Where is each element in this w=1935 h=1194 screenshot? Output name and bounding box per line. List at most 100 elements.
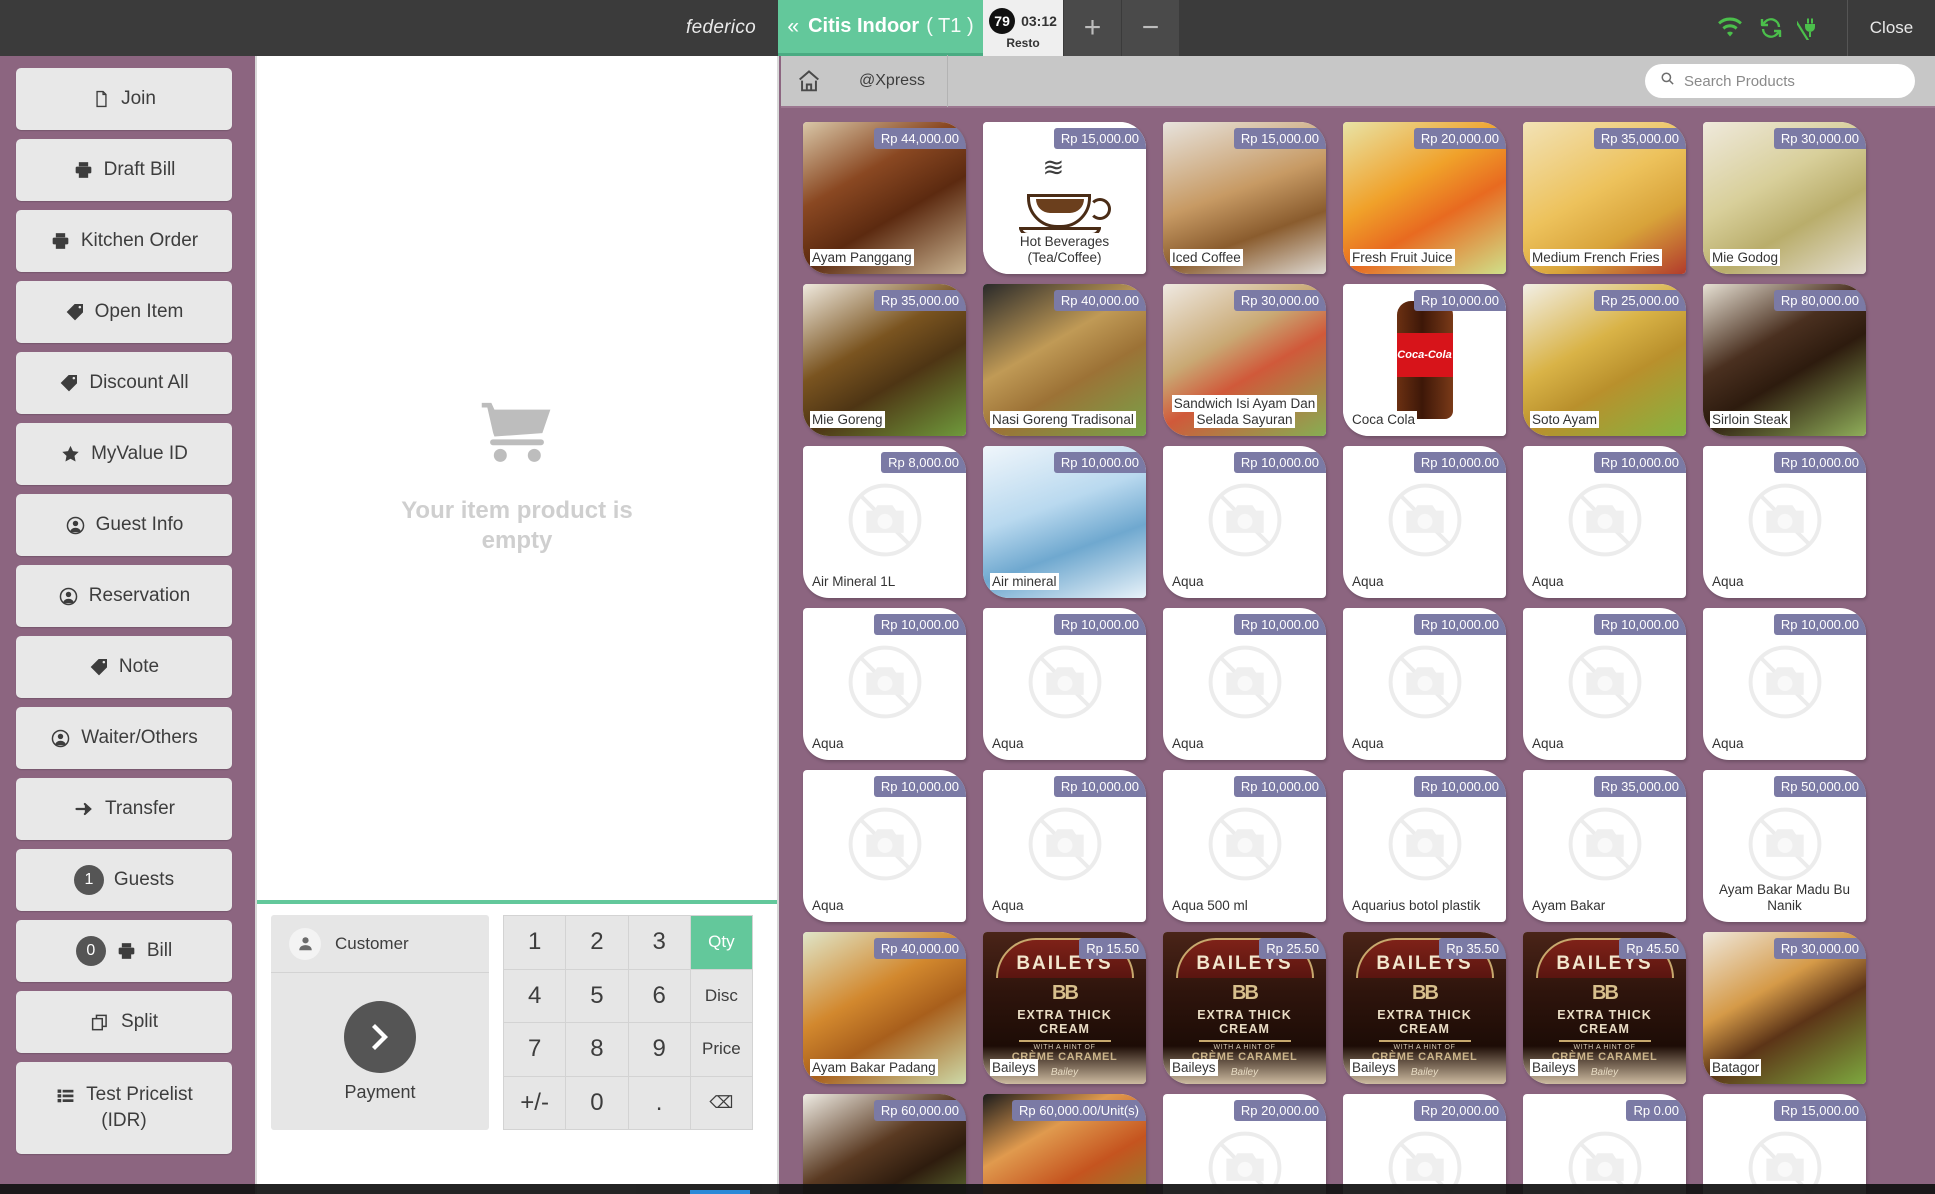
wifi-icon[interactable]	[1715, 16, 1745, 40]
product-card[interactable]: Rp 20,000.00	[1343, 1094, 1506, 1194]
sidebar-item-kitchen-order[interactable]: Kitchen Order	[16, 210, 232, 272]
product-card[interactable]: Rp 30,000.00 Sandwich Isi Ayam Dan Selada…	[1163, 284, 1326, 436]
product-card[interactable]: BAILEYS BB EXTRA THICK CREAM WITH A HINT…	[1343, 932, 1506, 1084]
sidebar-item-row: Transfer	[73, 798, 175, 820]
user-circle-icon	[50, 728, 71, 749]
product-card[interactable]: Rp 50,000.00 Ayam Bakar Madu Bu Nanik	[1703, 770, 1866, 922]
cup-handle	[1088, 198, 1111, 220]
table-tab[interactable]: « Citis Indoor ( T1 )	[778, 0, 983, 56]
customer-selector[interactable]: Customer	[271, 915, 489, 973]
product-card[interactable]: Rp 60,000.00/Unit(s)	[983, 1094, 1146, 1194]
remove-tab-button[interactable]: −	[1121, 0, 1179, 56]
sidebar-item-split[interactable]: Split	[16, 991, 232, 1053]
product-card[interactable]: Rp 10,000.00 Aqua 500 ml	[1163, 770, 1326, 922]
product-card[interactable]: Rp 25,000.00 Soto Ayam	[1523, 284, 1686, 436]
product-card[interactable]: Rp 10,000.00 Aqua	[1343, 446, 1506, 598]
product-name: Aquarius botol plastik	[1343, 897, 1506, 915]
keypad-key-[interactable]: ⌫	[690, 1076, 752, 1129]
product-card[interactable]: BAILEYS BB EXTRA THICK CREAM WITH A HINT…	[1163, 932, 1326, 1084]
product-card[interactable]: ≋ Rp 15,000.00 Hot Beverages (Tea/Coffee)	[983, 122, 1146, 274]
product-name-text: Baileys	[1350, 1059, 1398, 1077]
keypad-key-[interactable]: +/-	[504, 1076, 566, 1129]
keypad-key-2[interactable]: 2	[566, 916, 628, 969]
product-card[interactable]: Rp 10,000.00 Aqua	[983, 608, 1146, 760]
product-card[interactable]: Rp 10,000.00 Aqua	[1163, 446, 1326, 598]
product-card[interactable]: Rp 10,000.00 Aqua	[803, 608, 966, 760]
product-card[interactable]: Rp 10,000.00 Aqua	[983, 770, 1146, 922]
sidebar-item-note[interactable]: Note	[16, 636, 232, 698]
sidebar-item-transfer[interactable]: Transfer	[16, 778, 232, 840]
sidebar-item-reservation[interactable]: Reservation	[16, 565, 232, 627]
close-button[interactable]: Close	[1847, 0, 1935, 56]
search-input[interactable]	[1684, 72, 1900, 90]
product-name-text: Aquarius botol plastik	[1350, 897, 1483, 915]
sidebar-item-open-item[interactable]: Open Item	[16, 281, 232, 343]
search-products-box[interactable]	[1645, 64, 1915, 98]
product-card[interactable]: Rp 40,000.00 Nasi Goreng Tradisonal	[983, 284, 1146, 436]
keypad-key-6[interactable]: 6	[628, 969, 690, 1022]
keypad-key-Price[interactable]: Price	[690, 1023, 752, 1076]
product-price: Rp 15.50	[1079, 938, 1146, 959]
product-card[interactable]: Rp 0.00	[1523, 1094, 1686, 1194]
product-name: Aqua	[1343, 573, 1506, 591]
keypad-key-Disc[interactable]: Disc	[690, 969, 752, 1022]
sidebar-item-join[interactable]: Join	[16, 68, 232, 130]
product-card[interactable]: Rp 10,000.00 Aquarius botol plastik	[1343, 770, 1506, 922]
sync-icon[interactable]	[1758, 16, 1784, 40]
product-card[interactable]: Rp 10,000.00 Aqua	[1523, 608, 1686, 760]
keypad-key-8[interactable]: 8	[566, 1023, 628, 1076]
sidebar-item-waiter-others[interactable]: Waiter/Others	[16, 707, 232, 769]
sidebar-item-guests[interactable]: 1 Guests	[16, 849, 232, 911]
home-icon[interactable]	[781, 55, 837, 107]
product-card[interactable]: Rp 10,000.00 Aqua	[1523, 446, 1686, 598]
product-card[interactable]: Rp 8,000.00 Air Mineral 1L	[803, 446, 966, 598]
product-card[interactable]: Rp 20,000.00 Fresh Fruit Juice	[1343, 122, 1506, 274]
add-tab-button[interactable]: +	[1063, 0, 1121, 56]
product-card[interactable]: Rp 10,000.00 Aqua	[803, 770, 966, 922]
product-name-text: Ayam Panggang	[810, 249, 914, 267]
product-name: Aqua	[983, 897, 1146, 915]
product-card[interactable]: Rp 44,000.00 Ayam Panggang	[803, 122, 966, 274]
product-card[interactable]: Rp 10,000.00 Air mineral	[983, 446, 1146, 598]
product-card[interactable]: Rp 40,000.00 Ayam Bakar Padang	[803, 932, 966, 1084]
keypad-key-0[interactable]: 0	[566, 1076, 628, 1129]
no-image-placeholder-icon	[1562, 477, 1648, 568]
product-card[interactable]: Rp 10,000.00 Aqua	[1703, 608, 1866, 760]
keypad-key-3[interactable]: 3	[628, 916, 690, 969]
sidebar-item-label: Bill	[146, 940, 173, 961]
customer-payment-column: Customer Payment	[271, 915, 489, 1130]
product-card[interactable]: BAILEYS BB EXTRA THICK CREAM WITH A HINT…	[983, 932, 1146, 1084]
payment-button[interactable]: Payment	[271, 973, 489, 1130]
product-card[interactable]: Rp 10,000.00 Aqua	[1703, 446, 1866, 598]
keypad-key-[interactable]: .	[628, 1076, 690, 1129]
keypad-key-7[interactable]: 7	[504, 1023, 566, 1076]
keypad-key-9[interactable]: 9	[628, 1023, 690, 1076]
keypad-key-1[interactable]: 1	[504, 916, 566, 969]
product-card[interactable]: Rp 10,000.00 Aqua	[1343, 608, 1506, 760]
product-card[interactable]: Rp 15,000.00 Iced Coffee	[1163, 122, 1326, 274]
product-card[interactable]: Rp 15,000.00	[1703, 1094, 1866, 1194]
sidebar-item-draft-bill[interactable]: Draft Bill	[16, 139, 232, 201]
product-card[interactable]: Rp 10,000.00 Aqua	[1163, 608, 1326, 760]
product-card[interactable]: BAILEYS BB EXTRA THICK CREAM WITH A HINT…	[1523, 932, 1686, 1084]
product-card[interactable]: Rp 35,000.00 Mie Goreng	[803, 284, 966, 436]
order-timer-tab[interactable]: 79 03:12 Resto	[983, 0, 1063, 56]
product-card[interactable]: Rp 35,000.00 Medium French Fries	[1523, 122, 1686, 274]
sidebar-item-guest-info[interactable]: Guest Info	[16, 494, 232, 556]
product-card[interactable]: Coca‑Cola Rp 10,000.00 Coca Cola	[1343, 284, 1506, 436]
keypad-key-5[interactable]: 5	[566, 969, 628, 1022]
sidebar-item-discount-all[interactable]: Discount All	[16, 352, 232, 414]
keypad-key-4[interactable]: 4	[504, 969, 566, 1022]
breadcrumb[interactable]: @Xpress	[837, 55, 949, 107]
product-card[interactable]: Rp 30,000.00 Mie Godog	[1703, 122, 1866, 274]
sidebar-item-myvalue-id[interactable]: MyValue ID	[16, 423, 232, 485]
sidebar-item-test-pricelist[interactable]: Test Pricelist (IDR)	[16, 1062, 232, 1154]
sidebar-item-bill[interactable]: 0 Bill	[16, 920, 232, 982]
product-card[interactable]: Rp 80,000.00 Sirloin Steak	[1703, 284, 1866, 436]
plug-off-icon[interactable]	[1797, 16, 1823, 40]
product-card[interactable]: Rp 60,000.00	[803, 1094, 966, 1194]
product-card[interactable]: Rp 35,000.00 Ayam Bakar	[1523, 770, 1686, 922]
product-card[interactable]: Rp 20,000.00	[1163, 1094, 1326, 1194]
keypad-key-Qty[interactable]: Qty	[690, 916, 752, 969]
product-card[interactable]: Rp 30,000.00 Batagor	[1703, 932, 1866, 1084]
